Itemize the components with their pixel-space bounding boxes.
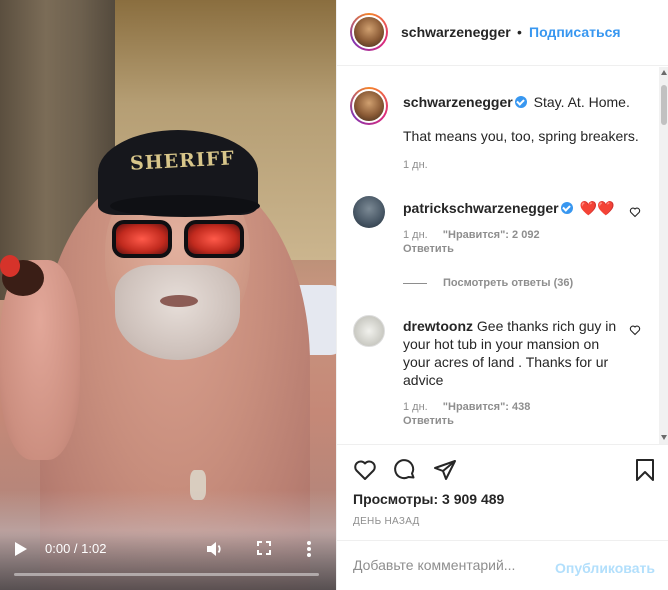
author-avatar[interactable] <box>350 13 388 51</box>
views-count: Просмотры: 3 909 489 <box>353 491 505 507</box>
video-controls <box>0 530 336 590</box>
comment-like-heart-icon[interactable] <box>629 205 641 218</box>
comment-time: 1 дн. <box>403 401 428 413</box>
video-cap-brim <box>110 195 260 217</box>
comment-likes[interactable]: "Нравится": 2 092 <box>443 229 540 241</box>
scroll-down-arrow-icon[interactable] <box>661 435 667 440</box>
add-comment-input[interactable] <box>353 557 543 573</box>
comment-username[interactable]: drewtoonz <box>403 318 473 334</box>
view-replies-label: Посмотреть ответы (36) <box>443 277 574 289</box>
comment-avatar[interactable] <box>353 196 385 228</box>
comments-scroll-area[interactable]: schwarzenegger Stay. At. Home. That mean… <box>337 67 668 445</box>
view-replies-button[interactable]: Посмотреть ответы (36) <box>403 277 573 289</box>
comment-like-heart-icon[interactable] <box>629 323 641 336</box>
comment-reply-button[interactable]: Ответить <box>403 243 454 255</box>
video-cigar-tip <box>0 255 20 277</box>
comment-meta: 1 дн. "Нравится": 438 <box>403 401 542 413</box>
caption-text: Stay. At. Home. <box>533 94 630 110</box>
video-seek-bar[interactable] <box>14 573 319 576</box>
heart-icon[interactable] <box>353 458 377 482</box>
caption-author-username[interactable]: schwarzenegger <box>403 94 513 110</box>
verified-badge-icon <box>514 96 527 108</box>
play-icon[interactable] <box>14 541 28 557</box>
scroll-up-arrow-icon[interactable] <box>661 70 667 75</box>
comment-icon[interactable] <box>393 458 417 482</box>
header-separator: • <box>517 24 522 40</box>
scrollbar-thumb[interactable] <box>661 85 667 125</box>
comment-time: 1 дн. <box>403 229 428 241</box>
comment-likes[interactable]: "Нравится": 438 <box>443 401 531 413</box>
post-actions <box>337 446 668 494</box>
comment-text: ❤️❤️ <box>579 200 615 216</box>
video-time: 0:00 / 1:02 <box>45 541 107 556</box>
verified-badge-icon <box>560 202 573 214</box>
follow-button[interactable]: Подписаться <box>529 24 621 40</box>
posted-time[interactable]: ДЕНЬ НАЗАД <box>353 516 420 527</box>
add-comment-bar: Опубликовать <box>337 540 668 590</box>
video-beard <box>115 265 240 360</box>
sunglasses-lens-left <box>112 220 172 258</box>
video-mouth <box>160 295 198 307</box>
sunglasses-lens-right <box>184 220 244 258</box>
caption-timestamp[interactable]: 1 дн. <box>403 159 428 171</box>
comments-scrollbar[interactable] <box>659 67 668 444</box>
bookmark-icon[interactable] <box>633 458 657 482</box>
video-sunglasses <box>112 220 250 260</box>
more-vertical-icon[interactable] <box>305 540 313 558</box>
post-header: schwarzenegger • Подписаться <box>337 0 668 66</box>
caption-author-avatar[interactable] <box>350 87 388 125</box>
comment-meta: 1 дн. "Нравится": 2 092 <box>403 229 552 241</box>
author-username[interactable]: schwarzenegger <box>401 24 511 40</box>
comment-avatar[interactable] <box>353 315 385 347</box>
volume-icon[interactable] <box>206 541 224 557</box>
post-caption: schwarzenegger Stay. At. Home. <box>403 93 653 111</box>
video-player[interactable]: SHERIFF 0:00 / 1:02 <box>0 0 336 590</box>
post-panel: schwarzenegger • Подписаться schwarzeneg… <box>336 0 668 590</box>
comment-username[interactable]: patrickschwarzenegger <box>403 200 559 216</box>
view-replies-line <box>403 282 427 284</box>
comment-item: patrickschwarzenegger ❤️❤️ <box>403 199 625 217</box>
publish-comment-button[interactable]: Опубликовать <box>555 560 655 576</box>
fullscreen-icon[interactable] <box>257 541 271 555</box>
share-icon[interactable] <box>433 458 457 482</box>
comment-item: drewtoonz Gee thanks rich guy in your ho… <box>403 317 625 389</box>
comment-reply-button[interactable]: Ответить <box>403 415 454 427</box>
caption-text-line2: That means you, too, spring breakers. <box>403 128 639 144</box>
